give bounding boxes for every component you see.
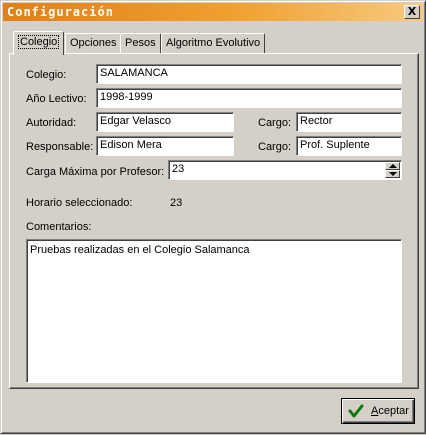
carga-maxima-value: 23 <box>172 163 185 175</box>
cargo-autoridad-label: Cargo: <box>258 117 292 129</box>
cargo-responsable-label: Cargo: <box>258 141 292 153</box>
spinner-buttons[interactable] <box>385 162 400 178</box>
configuracion-dialog: Configuración X Colegio Opciones Pesos A… <box>0 0 426 434</box>
colegio-field[interactable]: SALAMANCA <box>96 64 402 84</box>
autoridad-label: Autoridad: <box>26 117 77 129</box>
responsable-label: Responsable: <box>26 141 94 153</box>
cargo-autoridad-field[interactable]: Rector <box>296 112 402 132</box>
carga-maxima-spinner[interactable]: 23 <box>168 160 402 180</box>
autoridad-field[interactable]: Edgar Velasco <box>96 112 234 132</box>
colegio-label: Colegio: <box>26 69 67 81</box>
spin-up-icon[interactable] <box>385 162 400 170</box>
cargo-responsable-field[interactable]: Prof. Suplente <box>296 136 402 156</box>
responsable-field[interactable]: Edison Mera <box>96 136 234 156</box>
aceptar-label: Aceptar <box>371 405 409 417</box>
horario-seleccionado-value: 23 <box>170 197 183 209</box>
comentarios-textarea[interactable]: Pruebas realizadas en el Colegio Salaman… <box>26 239 402 383</box>
anio-lectivo-label: Año Lectivo: <box>26 93 87 105</box>
aceptar-button[interactable]: Aceptar <box>341 398 415 424</box>
carga-maxima-label: Carga Máxima por Profesor: <box>26 166 165 178</box>
form-layer: Colegio: SALAMANCA Año Lectivo: 1998-199… <box>1 1 426 435</box>
spin-down-icon[interactable] <box>385 170 400 178</box>
checkmark-icon <box>348 404 364 418</box>
anio-lectivo-field[interactable]: 1998-1999 <box>96 88 402 108</box>
horario-seleccionado-label: Horario seleccionado: <box>26 197 133 209</box>
comentarios-label: Comentarios: <box>26 221 92 233</box>
